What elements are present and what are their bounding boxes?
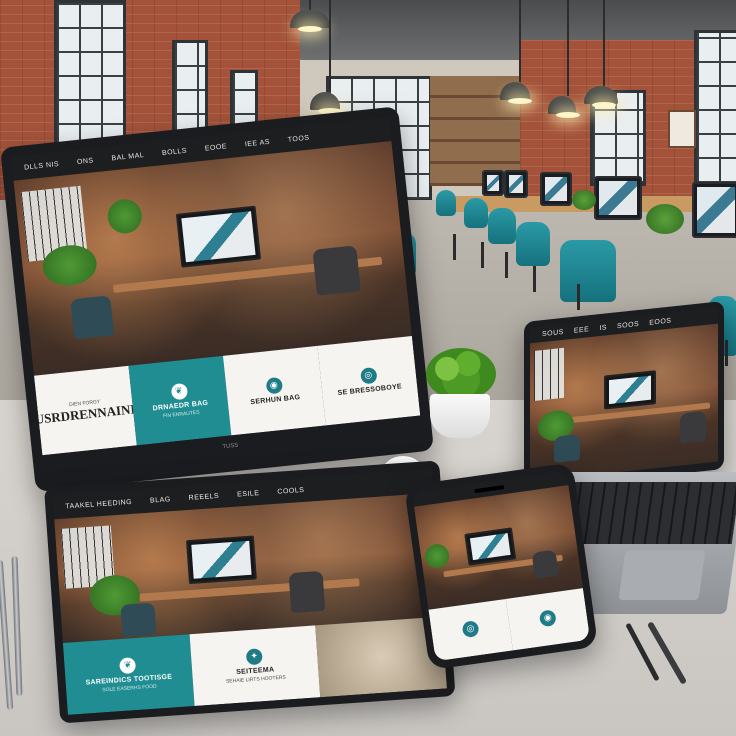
nav-link[interactable]: REEELS (188, 492, 219, 501)
wall-frame (668, 110, 696, 148)
card-title: DRNAEDR BAG (152, 399, 209, 413)
card-title: SE BRESSOBOYE (337, 382, 403, 397)
plant-leaves (426, 348, 496, 400)
background-monitor (692, 182, 736, 238)
sparkle-icon: ✦ (245, 647, 263, 665)
globe-icon: ◉ (538, 608, 557, 627)
hero-window (534, 347, 564, 401)
card-subtitle: SOLE EASERHS FOOD (102, 683, 157, 694)
feature-card[interactable]: DIEN FORGY SUSRDRENNAINIE (33, 365, 137, 456)
hero-chair (680, 410, 706, 444)
background-monitor (504, 170, 528, 198)
nav-link[interactable]: TOOS (287, 134, 309, 143)
smartphone: ◎ ◉ (404, 462, 599, 671)
background-monitor (482, 170, 504, 196)
card-title: SEITEEMA (235, 666, 275, 676)
nav-link[interactable]: IS (599, 324, 607, 332)
teal-chair (464, 198, 488, 268)
feature-card[interactable]: ◎ (428, 598, 513, 662)
teal-chair (516, 222, 550, 292)
teal-chair (488, 208, 516, 278)
leaf-icon: ❦ (170, 382, 188, 401)
background-monitor (540, 172, 572, 206)
hero-desk (139, 578, 360, 602)
nav-link[interactable]: EOOE (205, 143, 228, 152)
feature-card[interactable]: ❦ SAREINDICS TOOTISGE SOLE EASERHS FOOD (62, 634, 195, 715)
notch-icon (474, 485, 505, 494)
nav-link[interactable]: TAAKEL HEEDING (65, 498, 132, 510)
tablet: TAAKEL HEEDING BLAG REEELS ESILE COOLS ❦… (44, 460, 456, 724)
nav-link[interactable]: COOLS (277, 486, 304, 495)
right-window-2 (694, 30, 736, 186)
hero-chair (531, 549, 559, 579)
laptop-lid: SOUS EEE IS SOOS EOOS (524, 300, 724, 490)
hero-monitor (464, 527, 517, 566)
monitor-hero-image (13, 141, 412, 376)
potted-plant (426, 348, 496, 444)
nav-link[interactable]: ESILE (237, 489, 260, 498)
phone-screen: ◎ ◉ (412, 471, 591, 662)
hero-chair (312, 245, 361, 296)
nav-link[interactable]: IEE AS (245, 138, 271, 148)
ring-icon: ◎ (461, 619, 480, 638)
feature-card[interactable]: ◉ SERHUN BAG (222, 345, 326, 436)
hero-chair (70, 295, 115, 340)
teal-chair (560, 240, 616, 310)
hero-plant (106, 197, 144, 236)
laptop-hero-image (530, 323, 718, 482)
feature-card[interactable]: ◎ SE BRESSOBOYE (317, 335, 421, 426)
card-subtitle: FIN ENRAUTES (162, 409, 200, 420)
teal-chair (436, 190, 456, 260)
globe-icon: ◉ (265, 376, 283, 395)
feature-card[interactable]: ◉ (505, 588, 591, 651)
monitor-brand: TUSS (222, 442, 239, 451)
nav-link[interactable]: DLLS NIS (24, 160, 60, 171)
card-subtitle: SEHAIE LIRTS HOOTERS (225, 674, 287, 686)
desktop-monitor: DLLS NIS ONS BAL MAL BOLLS EOOE IEE AS T… (0, 106, 434, 493)
hero-chair (554, 434, 580, 463)
laptop-screen: SOUS EEE IS SOOS EOOS (530, 307, 718, 482)
hero-chair (120, 602, 157, 637)
hero-plant (423, 542, 451, 570)
ring-icon: ◎ (359, 366, 378, 385)
background-monitor (594, 176, 642, 220)
nav-link[interactable]: BAL MAL (111, 151, 144, 161)
feature-card[interactable]: ✦ SEITEEMA SEHAIE LIRTS HOOTERS (189, 625, 321, 707)
nav-link[interactable]: BLAG (150, 496, 171, 504)
laptop-trackpad[interactable] (618, 550, 706, 600)
nav-link[interactable]: SOUS (542, 328, 564, 337)
tablet-screen: TAAKEL HEEDING BLAG REEELS ESILE COOLS ❦… (52, 468, 447, 715)
hero-chair (288, 570, 326, 614)
monitor-screen: DLLS NIS ONS BAL MAL BOLLS EOOE IEE AS T… (10, 117, 421, 456)
feature-card[interactable]: ❦ DRNAEDR BAG FIN ENRAUTES (128, 355, 232, 446)
hero-monitor (185, 535, 257, 585)
card-title: SERHUN BAG (250, 393, 301, 406)
leaf-icon: ❦ (119, 656, 137, 674)
desk-plant (646, 204, 684, 234)
nav-link[interactable]: BOLLS (162, 147, 188, 157)
nav-link[interactable]: EOOS (649, 317, 671, 326)
desk-plant (572, 190, 596, 210)
nav-link[interactable]: EEE (574, 326, 590, 335)
hero-monitor (604, 370, 656, 410)
nav-link[interactable]: ONS (77, 157, 94, 166)
hero-monitor (175, 205, 262, 268)
plant-pot (430, 394, 490, 438)
nav-link[interactable]: SOOS (617, 320, 639, 329)
